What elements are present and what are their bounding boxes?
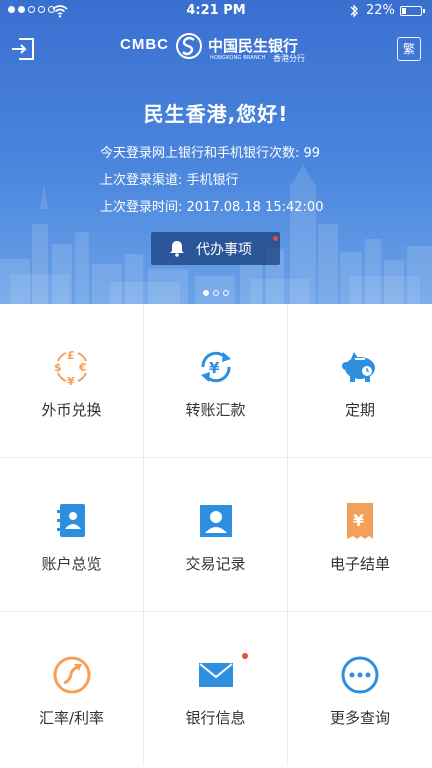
bluetooth-icon [350, 4, 358, 18]
login-count-text: 今天登录网上银行和手机银行次数: 99 [100, 146, 321, 161]
currency-exchange-icon: £ $ € ¥ [54, 349, 87, 387]
battery-percentage: 22% [366, 3, 395, 18]
svg-text:¥: ¥ [67, 375, 75, 387]
todo-label: 代办事项 [196, 242, 252, 258]
bank-info-notification-dot [242, 653, 248, 659]
language-toggle-button[interactable]: 繁 [397, 37, 421, 61]
menu-item-transaction-record[interactable]: 交易记录 [144, 458, 288, 612]
logout-icon[interactable] [10, 36, 36, 62]
menu-item-account-overview[interactable]: 账户总览 [0, 458, 144, 612]
menu-item-e-statement[interactable]: ¥ 电子结单 [288, 458, 432, 612]
battery-icon [400, 6, 425, 16]
transfer-icon: ¥ [201, 351, 231, 383]
status-bar: 4:21 PM 22% [0, 0, 432, 24]
carousel-dot [213, 290, 219, 296]
header-banner: 4:21 PM 22% CMBC 中国民生银行 HONGKONG BRANCH … [0, 0, 432, 304]
svg-text:$: $ [54, 361, 62, 374]
cmbc-logo-icon [176, 33, 202, 59]
menu-item-label: 电子结单 [329, 555, 390, 573]
menu-item-label: 交易记录 [185, 555, 246, 573]
menu-item-label: 更多查询 [329, 709, 390, 727]
menu-item-fixed-deposit[interactable]: 定期 [288, 304, 432, 458]
menu-grid: £ $ € ¥ 外币兑换 ¥ 转账汇款 定期 账户总览 交易记录 ¥ 电子结单 … [0, 304, 432, 768]
rate-icon [53, 656, 91, 694]
piggy-bank-icon [342, 352, 375, 382]
branch-english: HONGKONG BRANCH [210, 55, 266, 61]
brand-latin: CMBC [120, 36, 169, 53]
menu-item-currency-exchange[interactable]: £ $ € ¥ 外币兑换 [0, 304, 144, 458]
svg-text:£: £ [67, 349, 75, 362]
menu-item-bank-info[interactable]: 银行信息 [144, 612, 288, 766]
menu-item-label: 汇率/利率 [38, 709, 105, 727]
menu-item-rates[interactable]: 汇率/利率 [0, 612, 144, 766]
menu-item-label: 账户总览 [41, 555, 102, 573]
todo-button[interactable]: 代办事项 [151, 232, 280, 265]
carousel-dot [223, 290, 229, 296]
last-login-channel: 上次登录渠道: 手机银行 [100, 173, 239, 188]
account-book-icon [57, 504, 85, 537]
e-statement-icon: ¥ [347, 503, 373, 539]
menu-item-label: 银行信息 [185, 709, 246, 727]
branch-chinese: 香港分行 [273, 54, 305, 63]
greeting: 民生香港,您好! [143, 102, 289, 126]
mail-icon [199, 663, 233, 687]
svg-text:¥: ¥ [353, 511, 364, 530]
carousel-indicator [0, 290, 432, 296]
svg-text:€: € [78, 361, 87, 374]
menu-item-more-queries[interactable]: 更多查询 [288, 612, 432, 766]
carousel-dot [203, 290, 209, 296]
menu-item-label: 定期 [344, 401, 375, 419]
transaction-record-icon [200, 505, 232, 537]
svg-text:¥: ¥ [209, 359, 220, 377]
menu-item-label: 外币兑换 [41, 401, 102, 419]
menu-item-transfer[interactable]: ¥ 转账汇款 [144, 304, 288, 458]
bell-icon [170, 241, 184, 257]
menu-item-label: 转账汇款 [185, 401, 246, 419]
more-icon [341, 656, 379, 694]
notification-dot [273, 236, 278, 241]
brand-logo: CMBC 中国民生银行 HONGKONG BRANCH 香港分行 [120, 32, 316, 66]
last-login-time: 上次登录时间: 2017.08.18 15:42:00 [100, 200, 324, 215]
